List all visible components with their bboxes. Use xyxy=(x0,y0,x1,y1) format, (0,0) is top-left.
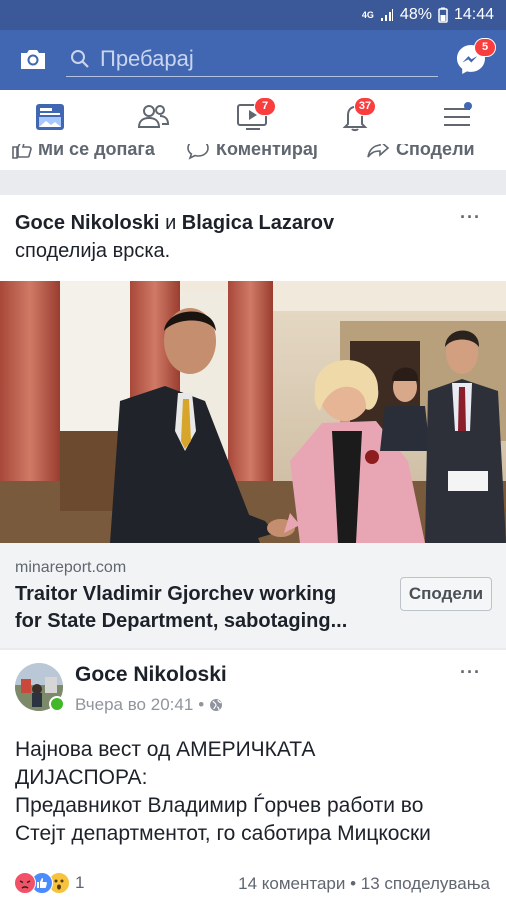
conjunction: и xyxy=(165,212,177,234)
photo-illustration xyxy=(0,281,506,543)
camera-icon[interactable] xyxy=(18,44,48,74)
comment-label: Коментирај xyxy=(216,144,318,159)
link-title-line: Traitor Vladimir Gjorchev working xyxy=(15,583,337,605)
online-indicator xyxy=(49,696,65,712)
link-title-line: for State Department, sabotaging... xyxy=(15,610,348,632)
signal-icon xyxy=(380,9,393,21)
share-link-button[interactable]: Сподели xyxy=(400,577,492,611)
like-button[interactable]: Ми се допаѓа xyxy=(10,144,155,160)
search-placeholder: Пребарај xyxy=(100,46,194,71)
link-image[interactable] xyxy=(0,281,506,543)
tab-notifications[interactable]: 37 xyxy=(314,90,394,144)
like-label: Ми се допаѓа xyxy=(38,144,155,159)
messenger-button[interactable]: 5 xyxy=(454,38,496,76)
post-header: Goce Nikoloski и Blagica Lazarov сподели… xyxy=(15,209,455,265)
comment-icon xyxy=(187,144,209,160)
link-domain: minareport.com xyxy=(15,559,127,576)
tab-watch[interactable]: 7 xyxy=(212,90,292,144)
status-bar: 4G 48% 14:44 xyxy=(0,0,506,30)
app-header: Пребарај 5 xyxy=(0,30,506,90)
author-name[interactable]: Goce Nikoloski xyxy=(75,663,227,687)
share-label: Сподели xyxy=(396,144,475,159)
friends-icon xyxy=(137,105,170,128)
video-badge: 7 xyxy=(254,97,276,116)
link-preview[interactable]: minareport.com Traitor Vladimir Gjorchev… xyxy=(0,543,506,648)
battery-percent: 48% xyxy=(399,6,432,23)
post-line: Предавникот Владимир Ѓорчев работи во xyxy=(15,794,424,817)
clock: 14:44 xyxy=(453,6,494,23)
reactions-count: 1 xyxy=(75,873,85,892)
comment-button[interactable]: Коментирај xyxy=(186,144,318,160)
post-line: Најнова вест од АМЕРИЧКАТА xyxy=(15,738,316,761)
notifications-badge: 37 xyxy=(354,97,376,116)
reactions-summary[interactable]: 1 xyxy=(14,872,84,894)
author-link[interactable]: Blagica Lazarov xyxy=(182,212,334,234)
comments-shares-count[interactable]: 14 коментари • 13 споделувања xyxy=(238,874,490,894)
tab-news-feed[interactable] xyxy=(10,90,90,144)
shared-link-post: Goce Nikoloski и Blagica Lazarov сподели… xyxy=(0,195,506,648)
text-post: Goce Nikoloski Вчера во 20:41 • ··· Најн… xyxy=(0,650,506,900)
angry-reaction-icon xyxy=(14,872,36,894)
post-line: ДИЈАСПОРА: xyxy=(15,766,148,789)
thumbs-up-icon xyxy=(12,144,32,159)
nav-tabs: 7 37 xyxy=(0,90,506,145)
timestamp-text: Вчера во 20:41 xyxy=(75,695,194,714)
search-input[interactable]: Пребарај xyxy=(66,42,438,77)
news-feed-icon xyxy=(36,104,64,130)
post-verb: споделија врска. xyxy=(15,240,171,262)
more-options-button[interactable]: ··· xyxy=(460,662,481,683)
search-icon xyxy=(71,50,89,68)
battery-icon xyxy=(438,7,448,23)
author-link[interactable]: Goce Nikoloski xyxy=(15,212,160,234)
share-icon xyxy=(367,144,390,158)
messenger-badge: 5 xyxy=(474,38,496,57)
previous-post-actions: Ми се допаѓа Коментирај Сподели xyxy=(0,144,506,170)
link-title: Traitor Vladimir Gjorchev working for St… xyxy=(15,581,385,635)
separator: • xyxy=(198,695,205,714)
menu-icon xyxy=(444,102,472,126)
share-button[interactable]: Сподели xyxy=(366,144,475,160)
globe-icon xyxy=(210,699,223,711)
tab-friends[interactable] xyxy=(112,90,192,144)
post-line: Стејт департментот, го саботира Мицкоски xyxy=(15,822,431,845)
tab-menu[interactable] xyxy=(416,90,496,144)
post-timestamp[interactable]: Вчера во 20:41 • xyxy=(75,695,223,715)
post-body: Најнова вест од АМЕРИЧКАТА ДИЈАСПОРА: Пр… xyxy=(15,736,495,848)
network-type: 4G xyxy=(361,9,374,20)
more-options-button[interactable]: ··· xyxy=(460,207,481,228)
